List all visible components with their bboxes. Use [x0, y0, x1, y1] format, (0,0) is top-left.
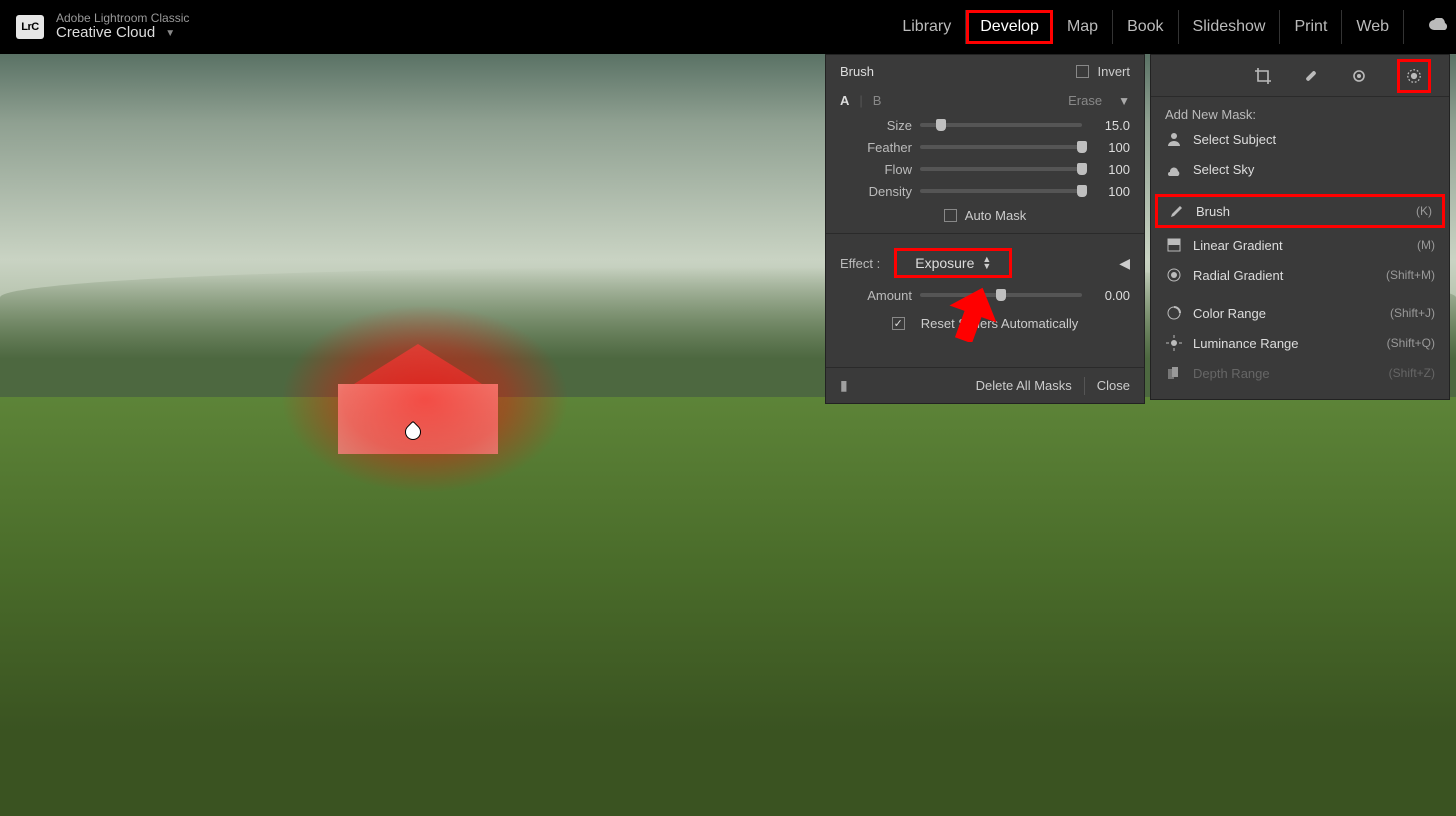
mask-item-label: Linear Gradient	[1193, 238, 1407, 253]
mask-item-shortcut: (M)	[1417, 238, 1435, 252]
masking-panel: Add New Mask: Select Subject Select Sky …	[1150, 54, 1450, 400]
app-info: Adobe Lightroom Classic Creative Cloud ▼	[56, 12, 189, 42]
brush-icon	[1168, 202, 1186, 220]
mask-item-luminance-range[interactable]: Luminance Range (Shift+Q)	[1151, 328, 1449, 358]
color-icon	[1165, 304, 1183, 322]
photo-field-region	[0, 397, 1456, 816]
module-print[interactable]: Print	[1280, 10, 1342, 44]
depth-icon	[1165, 364, 1183, 382]
slider-value-density[interactable]: 100	[1088, 184, 1130, 199]
mask-item-select-sky[interactable]: Select Sky	[1151, 154, 1449, 184]
mask-item-color-range[interactable]: Color Range (Shift+J)	[1151, 298, 1449, 328]
mask-item-label: Select Sky	[1193, 162, 1425, 177]
top-bar: LrC Adobe Lightroom Classic Creative Clo…	[0, 0, 1456, 54]
sky-icon	[1165, 160, 1183, 178]
cloud-sync-icon[interactable]	[1414, 10, 1442, 45]
slider-label-size: Size	[840, 118, 912, 133]
module-develop[interactable]: Develop	[966, 10, 1053, 44]
module-library[interactable]: Library	[888, 10, 966, 44]
mask-item-shortcut: (K)	[1416, 204, 1432, 218]
auto-mask-checkbox[interactable]	[944, 209, 957, 222]
brush-panel-title: Brush	[840, 64, 1076, 79]
slider-density[interactable]	[920, 189, 1082, 193]
radial-icon	[1165, 266, 1183, 284]
slider-value-flow[interactable]: 100	[1088, 162, 1130, 177]
amount-label: Amount	[840, 288, 912, 303]
mask-overlay	[280, 304, 570, 494]
plan-dropdown-icon[interactable]: ▼	[165, 28, 175, 39]
module-web[interactable]: Web	[1342, 10, 1404, 44]
pin-toggle-icon[interactable]: ▮	[840, 377, 848, 394]
mask-item-label: Color Range	[1193, 306, 1380, 321]
amount-value[interactable]: 0.00	[1088, 288, 1130, 303]
mask-item-shortcut: (Shift+M)	[1386, 268, 1435, 282]
auto-mask-label[interactable]: Auto Mask	[965, 208, 1026, 223]
module-book[interactable]: Book	[1113, 10, 1178, 44]
redeye-tool-icon[interactable]	[1349, 66, 1369, 86]
mask-item-shortcut: (Shift+Q)	[1387, 336, 1435, 350]
slider-label-flow: Flow	[840, 162, 912, 177]
mask-item-linear-gradient[interactable]: Linear Gradient (M)	[1151, 230, 1449, 260]
lum-icon	[1165, 334, 1183, 352]
mask-item-label: Select Subject	[1193, 132, 1425, 147]
close-button[interactable]: Close	[1097, 378, 1130, 393]
brush-panel: Brush Invert A | B Erase ▼ Size 15.0Feat…	[825, 54, 1145, 404]
mask-item-label: Luminance Range	[1193, 336, 1377, 351]
mask-item-brush[interactable]: Brush (K)	[1155, 194, 1445, 228]
module-map[interactable]: Map	[1053, 10, 1113, 44]
updown-icon: ▲▼	[982, 256, 991, 270]
reset-auto-checkbox[interactable]: ✓	[892, 317, 905, 330]
effect-value: Exposure	[915, 255, 974, 271]
amount-slider[interactable]	[920, 293, 1082, 297]
module-slideshow[interactable]: Slideshow	[1179, 10, 1281, 44]
heal-tool-icon[interactable]	[1301, 66, 1321, 86]
effect-collapse-icon[interactable]: ◀	[1119, 255, 1130, 272]
slider-size[interactable]	[920, 123, 1082, 127]
invert-label[interactable]: Invert	[1097, 64, 1130, 79]
mask-item-depth-range: Depth Range (Shift+Z)	[1151, 358, 1449, 388]
slider-value-feather[interactable]: 100	[1088, 140, 1130, 155]
subject-icon	[1165, 130, 1183, 148]
crop-tool-icon[interactable]	[1253, 66, 1273, 86]
mask-item-label: Depth Range	[1193, 366, 1379, 381]
brush-disclosure-icon[interactable]: ▼	[1118, 94, 1130, 108]
brush-a-tab[interactable]: A	[840, 93, 849, 108]
plan-name[interactable]: Creative Cloud	[56, 25, 155, 42]
module-picker: Library Develop Map Book Slideshow Print…	[888, 0, 1442, 54]
mask-item-radial-gradient[interactable]: Radial Gradient (Shift+M)	[1151, 260, 1449, 290]
erase-tab[interactable]: Erase	[1068, 93, 1102, 108]
slider-label-density: Density	[840, 184, 912, 199]
slider-value-size[interactable]: 15.0	[1088, 118, 1130, 133]
linear-icon	[1165, 236, 1183, 254]
brush-b-tab[interactable]: B	[873, 93, 882, 108]
mask-item-label: Radial Gradient	[1193, 268, 1376, 283]
app-logo: LrC	[16, 15, 44, 39]
slider-label-feather: Feather	[840, 140, 912, 155]
mask-item-shortcut: (Shift+J)	[1390, 306, 1435, 320]
invert-checkbox[interactable]	[1076, 65, 1089, 78]
mask-item-label: Brush	[1196, 204, 1406, 219]
effect-dropdown[interactable]: Exposure ▲▼	[894, 248, 1012, 278]
masking-tool-icon[interactable]	[1397, 59, 1431, 93]
mask-item-select-subject[interactable]: Select Subject	[1151, 124, 1449, 154]
slider-flow[interactable]	[920, 167, 1082, 171]
slider-feather[interactable]	[920, 145, 1082, 149]
delete-all-masks-button[interactable]: Delete All Masks	[976, 378, 1072, 393]
effect-label: Effect :	[840, 256, 880, 271]
add-new-mask-label: Add New Mask:	[1151, 97, 1449, 124]
mask-item-shortcut: (Shift+Z)	[1389, 366, 1435, 380]
reset-auto-label[interactable]: Reset Sliders Automatically	[921, 316, 1079, 331]
